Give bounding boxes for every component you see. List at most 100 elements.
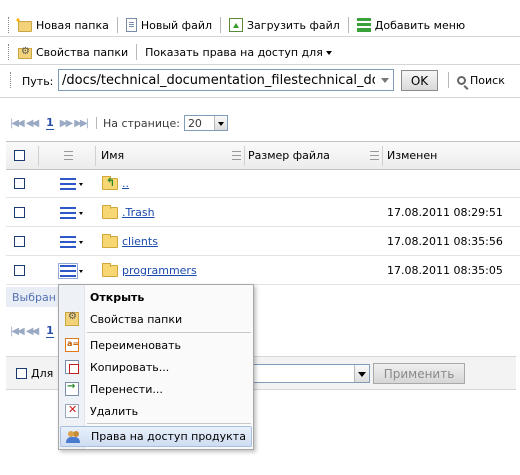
modified-date: 17.08.2011 08:29:51: [387, 206, 503, 219]
copy-icon: [65, 360, 79, 374]
path-label: Путь:: [22, 75, 54, 88]
divider: [0, 36, 520, 37]
path-ok-button[interactable]: OK: [401, 70, 438, 91]
toolbar-grip[interactable]: [10, 72, 12, 88]
table-row[interactable]: .Trash 17.08.2011 08:29:51: [6, 199, 520, 227]
action-select[interactable]: [252, 364, 370, 383]
current-page[interactable]: 1: [46, 324, 54, 338]
menu-item-folder-properties[interactable]: Свойства папки: [60, 309, 252, 330]
toolbar-grip[interactable]: [8, 44, 10, 60]
add-menu-button[interactable]: Добавить меню: [355, 15, 467, 35]
per-page-label: На странице:: [102, 116, 180, 130]
search-button[interactable]: Поиск: [455, 70, 507, 90]
row-menu-icon[interactable]: [60, 206, 76, 219]
new-file-button[interactable]: Новый файл: [124, 15, 214, 35]
chevron-down-icon: [325, 50, 332, 58]
users-icon: [66, 430, 82, 444]
folder-icon: [102, 262, 118, 277]
toolbar-secondary: Свойства папки Показать права на доступ …: [6, 42, 520, 62]
search-icon: [457, 75, 466, 85]
prev-page-icon[interactable]: ◀◀: [26, 326, 39, 337]
row-menu-icon[interactable]: [58, 262, 78, 279]
for-all-label: Для: [31, 366, 54, 380]
apply-button[interactable]: Применить: [373, 363, 465, 384]
pager-top: |◀◀ ◀◀ 1 ▶▶ ▶▶| На странице: 20: [10, 115, 228, 131]
divider: [0, 64, 520, 65]
column-header-name[interactable]: Имя: [101, 142, 124, 169]
table-row[interactable]: programmers 17.08.2011 08:35:05: [6, 257, 520, 285]
toolbar-separator: [448, 72, 449, 88]
for-all-checkbox[interactable]: [16, 367, 27, 379]
row-checkbox[interactable]: [14, 207, 25, 218]
file-link[interactable]: programmers: [122, 264, 197, 277]
table-header: Имя Размер файла Изменен: [6, 142, 520, 170]
toolbar-separator: [136, 44, 138, 60]
folder-properties-button[interactable]: Свойства папки: [16, 42, 130, 62]
upload-icon: [229, 18, 243, 32]
row-checkbox[interactable]: [14, 178, 25, 189]
menu-item-move[interactable]: Перенести...: [60, 379, 252, 400]
folder-icon: [102, 233, 118, 248]
menu-item-copy[interactable]: Копировать...: [60, 357, 252, 378]
first-page-icon[interactable]: |◀◀: [10, 326, 25, 337]
folder-icon: [102, 204, 118, 219]
menu-separator: [87, 423, 251, 424]
column-menu-icon[interactable]: [64, 151, 73, 160]
current-page[interactable]: 1: [46, 116, 54, 130]
rename-icon: [65, 338, 79, 352]
toolbar-primary: Новая папка Новый файл Загрузить файл До…: [6, 15, 520, 35]
path-input[interactable]: [58, 69, 394, 91]
new-folder-icon: [15, 16, 32, 32]
per-page-select[interactable]: 20: [183, 115, 228, 131]
table-row[interactable]: clients 17.08.2011 08:35:56: [6, 228, 520, 256]
select-all-checkbox[interactable]: [14, 150, 25, 161]
upload-file-button[interactable]: Загрузить файл: [227, 15, 342, 35]
menu-item-rename[interactable]: Переименовать: [60, 335, 252, 356]
column-header-size[interactable]: Размер файла: [248, 142, 330, 169]
chevron-down-icon: [354, 365, 369, 382]
row-checkbox[interactable]: [14, 265, 25, 276]
menu-item-access-rights[interactable]: Права на доступ продукта: [60, 426, 252, 447]
last-page-icon[interactable]: ▶▶|: [74, 118, 89, 129]
selected-footer: Выбран: [6, 287, 66, 307]
context-menu: Открыть Свойства папки Переименовать Коп…: [58, 284, 254, 450]
first-page-icon[interactable]: |◀◀: [10, 118, 25, 129]
modified-date: 17.08.2011 08:35:05: [387, 264, 503, 277]
row-menu-icon[interactable]: [60, 177, 76, 190]
menu-item-open[interactable]: Открыть: [60, 287, 252, 308]
new-file-icon: [125, 18, 137, 32]
file-table: Имя Размер файла Изменен .. .Trash 17.08…: [6, 141, 520, 285]
row-checkbox[interactable]: [14, 236, 25, 247]
show-access-dropdown[interactable]: Показать права на доступ для: [143, 42, 334, 62]
toolbar-grip[interactable]: [8, 17, 10, 33]
toolbar-separator: [347, 17, 349, 33]
chevron-down-icon: [79, 270, 83, 275]
folder-properties-icon: [65, 311, 79, 326]
pager-separator: [95, 117, 97, 129]
column-header-modified[interactable]: Изменен: [387, 142, 437, 169]
column-menu-icon[interactable]: [232, 151, 241, 160]
next-page-icon[interactable]: ▶▶: [60, 118, 73, 129]
parent-folder-icon: [102, 175, 118, 190]
table-row[interactable]: ..: [6, 170, 520, 198]
path-dropdown-arrow-icon[interactable]: [378, 71, 392, 89]
new-folder-button[interactable]: Новая папка: [15, 15, 111, 35]
folder-properties-icon: [18, 46, 32, 59]
menu-list-icon: [356, 18, 371, 32]
pager-bottom: |◀◀ ◀◀ 1: [10, 324, 60, 338]
file-link[interactable]: ..: [122, 177, 129, 190]
file-link[interactable]: .Trash: [122, 206, 155, 219]
column-menu-icon[interactable]: [370, 151, 379, 160]
chevron-down-icon: [79, 183, 83, 188]
modified-date: 17.08.2011 08:35:56: [387, 235, 503, 248]
move-icon: [65, 381, 79, 396]
menu-item-delete[interactable]: Удалить: [60, 401, 252, 422]
menu-separator: [87, 332, 251, 333]
delete-icon: [65, 403, 79, 418]
file-link[interactable]: clients: [122, 235, 158, 248]
row-menu-icon[interactable]: [60, 235, 76, 248]
toolbar-separator: [116, 17, 118, 33]
chevron-down-icon: [79, 212, 83, 217]
prev-page-icon[interactable]: ◀◀: [26, 118, 39, 129]
divider: [0, 97, 520, 98]
